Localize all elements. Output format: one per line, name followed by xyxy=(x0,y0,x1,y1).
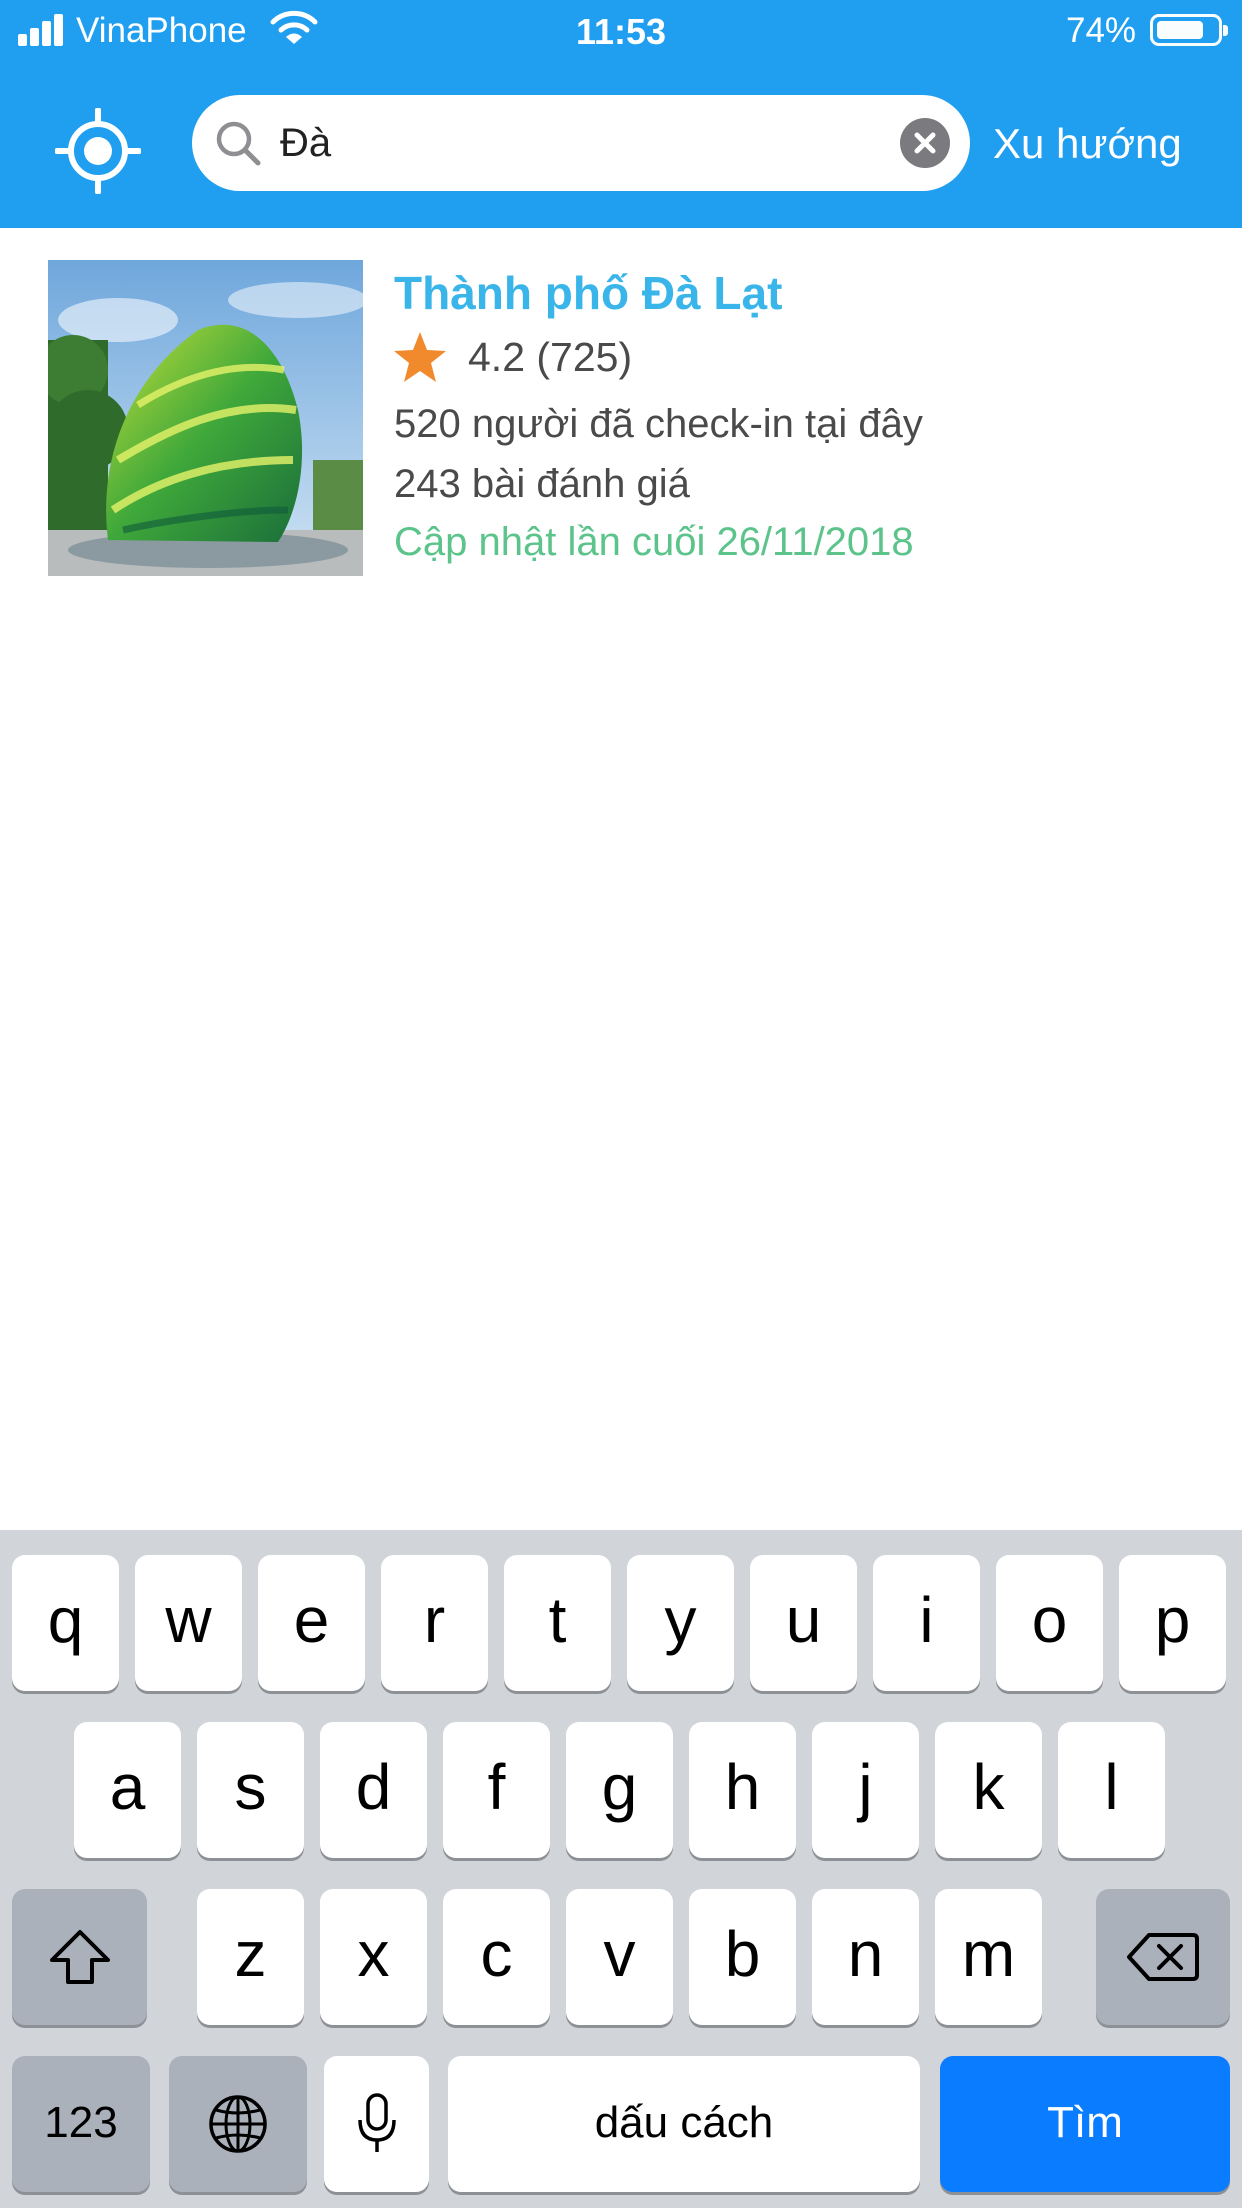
key-r[interactable]: r xyxy=(381,1555,488,1691)
key-o[interactable]: o xyxy=(996,1555,1103,1691)
key-t[interactable]: t xyxy=(504,1555,611,1691)
key-x[interactable]: x xyxy=(320,1889,427,2025)
key-s[interactable]: s xyxy=(197,1722,304,1858)
status-time: 11:53 xyxy=(575,11,667,52)
place-title[interactable]: Thành phố Đà Lạt xyxy=(394,266,782,320)
place-updated: Cập nhật lần cuối 26/11/2018 xyxy=(394,520,914,564)
shift-key[interactable] xyxy=(12,1889,147,2025)
key-k[interactable]: k xyxy=(935,1722,1042,1858)
place-thumbnail[interactable] xyxy=(48,260,363,576)
key-u[interactable]: u xyxy=(750,1555,857,1691)
key-z[interactable]: z xyxy=(197,1889,304,2025)
place-rating: 4.2 (725) xyxy=(468,334,633,380)
search-input[interactable] xyxy=(280,113,840,173)
on-screen-keyboard: q w e r t y u i o p a s d f g h j k l z … xyxy=(0,1530,1242,2208)
place-checkins: 520 người đã check-in tại đây xyxy=(394,402,923,446)
clear-icon xyxy=(914,132,936,154)
space-key[interactable]: dấu cách xyxy=(448,2056,920,2192)
key-h[interactable]: h xyxy=(689,1722,796,1858)
key-v[interactable]: v xyxy=(566,1889,673,2025)
mic-icon xyxy=(357,2093,396,2152)
key-a[interactable]: a xyxy=(74,1722,181,1858)
backspace-key[interactable] xyxy=(1096,1889,1230,2025)
list-item[interactable]: Thành phố Đà Lạt 4.2 (725) 520 người đã … xyxy=(48,260,1198,576)
key-n[interactable]: n xyxy=(812,1889,919,2025)
key-b[interactable]: b xyxy=(689,1889,796,2025)
app-header: VinaPhone 11:53 74% Xu hướng xyxy=(0,0,1242,228)
locate-icon[interactable] xyxy=(55,108,141,194)
key-g[interactable]: g xyxy=(566,1722,673,1858)
globe-key[interactable] xyxy=(169,2056,307,2192)
mic-key[interactable] xyxy=(324,2056,429,2192)
search-submit-key[interactable]: Tìm xyxy=(940,2056,1230,2192)
globe-icon xyxy=(209,2095,267,2153)
key-m[interactable]: m xyxy=(935,1889,1042,2025)
key-w[interactable]: w xyxy=(135,1555,242,1691)
search-icon xyxy=(216,121,261,166)
battery-icon xyxy=(1150,14,1228,46)
key-y[interactable]: y xyxy=(627,1555,734,1691)
key-c[interactable]: c xyxy=(443,1889,550,2025)
search-bar[interactable] xyxy=(192,95,970,191)
star-icon xyxy=(394,332,446,382)
battery-percent: 74% xyxy=(1066,11,1137,50)
key-f[interactable]: f xyxy=(443,1722,550,1858)
key-l[interactable]: l xyxy=(1058,1722,1165,1858)
key-i[interactable]: i xyxy=(873,1555,980,1691)
trend-link[interactable]: Xu hướng xyxy=(993,120,1182,168)
clear-search-button[interactable] xyxy=(900,118,950,168)
key-e[interactable]: e xyxy=(258,1555,365,1691)
key-d[interactable]: d xyxy=(320,1722,427,1858)
key-q[interactable]: q xyxy=(12,1555,119,1691)
backspace-icon xyxy=(1127,1933,1199,1981)
key-j[interactable]: j xyxy=(812,1722,919,1858)
shift-icon xyxy=(49,1930,110,1984)
numbers-key[interactable]: 123 xyxy=(12,2056,150,2192)
place-reviews: 243 bài đánh giá xyxy=(394,462,690,506)
key-p[interactable]: p xyxy=(1119,1555,1226,1691)
status-bar: VinaPhone 11:53 74% xyxy=(0,0,1242,62)
